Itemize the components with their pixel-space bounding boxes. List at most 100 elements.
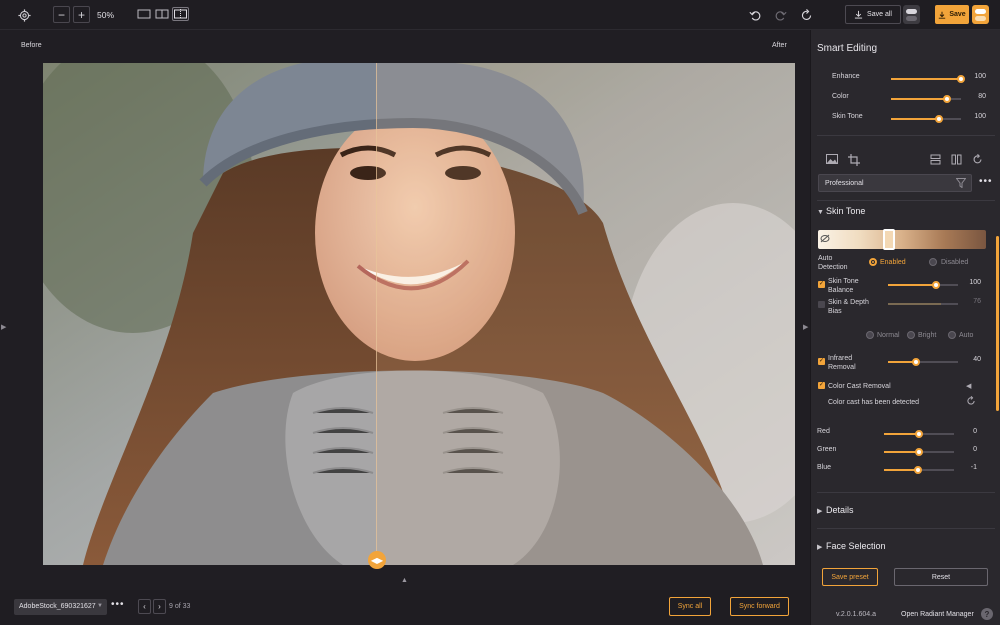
preset-select[interactable]: Professional [818, 174, 972, 192]
help-icon[interactable]: ? [981, 608, 993, 620]
side-by-side-view-icon[interactable] [155, 8, 169, 20]
skin-tone-gradient[interactable] [818, 230, 986, 249]
save-toggle[interactable] [972, 5, 989, 24]
infrared-removal-slider[interactable] [888, 358, 958, 366]
filmstrip-toggle-icon[interactable]: ▲ [401, 577, 408, 584]
zoom-out-button[interactable]: − [53, 6, 70, 23]
refresh-icon[interactable] [799, 8, 813, 22]
auto-radio[interactable] [948, 331, 956, 339]
flip-horizontal-icon[interactable] [951, 154, 962, 168]
filter-icon[interactable] [955, 178, 967, 191]
skin-tone-balance-slider[interactable] [888, 281, 958, 289]
slider-knob[interactable] [913, 466, 922, 474]
minus-icon: − [57, 7, 65, 22]
file-name: AdobeStock_690321627 [19, 603, 96, 610]
disabled-label[interactable]: Disabled [941, 259, 968, 266]
split-handle-icon[interactable]: ◀▶ [368, 551, 386, 569]
split-view-icon[interactable] [172, 7, 189, 21]
reset-cast-icon[interactable] [966, 395, 976, 409]
normal-label[interactable]: Normal [877, 332, 900, 339]
eyedropper-icon[interactable]: ◀ [966, 382, 971, 391]
slider-label: Enhance [832, 73, 860, 80]
after-label: After [772, 42, 787, 49]
single-view-icon[interactable] [137, 8, 151, 20]
divider [817, 200, 995, 201]
divider [817, 135, 995, 136]
left-panel-toggle-icon[interactable]: ▶ [1, 323, 6, 331]
skin-tone-slider[interactable] [891, 115, 961, 123]
save-label: Save [949, 11, 966, 18]
crop-icon[interactable] [848, 154, 860, 168]
slider-value: 76 [973, 298, 981, 305]
red-slider[interactable] [884, 430, 954, 438]
reset-button[interactable]: Reset [894, 568, 988, 586]
sync-forward-button[interactable]: Sync forward [730, 597, 789, 616]
eye-off-icon[interactable] [820, 234, 830, 245]
plus-icon: + [77, 7, 85, 22]
flip-vertical-icon[interactable] [930, 154, 941, 168]
save-button[interactable]: Save [935, 5, 969, 24]
preset-more-icon[interactable]: ••• [979, 176, 993, 187]
split-divider[interactable] [376, 63, 377, 565]
infrared-removal-row: 40 [811, 356, 1000, 368]
slider-value: 100 [974, 113, 986, 120]
color-slider[interactable] [891, 95, 961, 103]
bright-radio[interactable] [907, 331, 915, 339]
skin-tone-knob[interactable] [883, 229, 895, 250]
enhance-slider-row: Enhance 100 [811, 73, 1000, 85]
slider-knob[interactable] [931, 281, 940, 289]
skin-tone-section-header[interactable]: ▼ Skin Tone [817, 206, 865, 216]
slider-label: Red [817, 428, 830, 435]
rotate-icon[interactable] [972, 153, 983, 168]
slider-knob[interactable] [934, 115, 943, 123]
save-all-button[interactable]: Save all [845, 5, 901, 24]
enhance-slider[interactable] [891, 75, 965, 83]
panel-scrollbar[interactable] [996, 236, 999, 411]
section-title: Face Selection [826, 541, 886, 551]
slider-label: Blue [817, 464, 832, 471]
prev-image-button[interactable]: ‹ [138, 599, 151, 614]
slider-knob[interactable] [915, 448, 923, 456]
skin-depth-bias-slider[interactable] [888, 303, 958, 305]
enabled-radio[interactable] [869, 258, 877, 266]
image-icon[interactable] [826, 154, 838, 168]
redo-icon[interactable] [773, 8, 787, 22]
details-section-header[interactable]: ▶ Details [817, 505, 854, 515]
cast-detected-text: Color cast has been detected [828, 399, 920, 406]
save-all-toggle[interactable] [903, 5, 920, 24]
undo-icon[interactable] [748, 8, 762, 22]
slider-knob[interactable] [957, 75, 965, 83]
download-icon [854, 10, 863, 19]
slider-value: 0 [973, 446, 977, 453]
file-select[interactable]: AdobeStock_690321627 ▼ [14, 599, 107, 615]
right-panel-toggle-icon[interactable]: ▶ [803, 323, 808, 331]
color-cast-removal-checkbox[interactable]: ✓ [818, 382, 825, 389]
blue-slider[interactable] [884, 466, 954, 474]
auto-detection-label: Auto Detection [818, 255, 848, 271]
slider-knob[interactable] [915, 430, 923, 438]
toggle-on-icon [906, 8, 917, 14]
gear-icon[interactable] [17, 8, 31, 22]
sync-all-button[interactable]: Sync all [669, 597, 711, 616]
slider-knob[interactable] [912, 358, 920, 366]
section-title: Skin Tone [826, 206, 866, 216]
slider-label: Color [832, 93, 849, 100]
chevron-left-icon: ‹ [143, 602, 146, 611]
slider-value: 100 [974, 73, 986, 80]
more-options-icon[interactable]: ••• [111, 599, 125, 610]
slider-value: -1 [970, 464, 977, 471]
save-preset-button[interactable]: Save preset [822, 568, 878, 586]
open-radiant-manager-link[interactable]: Open Radiant Manager [901, 611, 974, 618]
section-title: Details [826, 505, 854, 515]
auto-label[interactable]: Auto [959, 332, 973, 339]
face-selection-section-header[interactable]: ▶ Face Selection [817, 541, 886, 551]
slider-knob[interactable] [943, 95, 951, 103]
smart-editing-panel: Smart Editing Enhance 100 Color 80 Skin … [810, 30, 1000, 625]
zoom-in-button[interactable]: + [73, 6, 90, 23]
normal-radio[interactable] [866, 331, 874, 339]
green-slider[interactable] [884, 448, 954, 456]
bright-label[interactable]: Bright [918, 332, 936, 339]
disabled-radio[interactable] [929, 258, 937, 266]
enabled-label[interactable]: Enabled [880, 259, 906, 266]
next-image-button[interactable]: › [153, 599, 166, 614]
